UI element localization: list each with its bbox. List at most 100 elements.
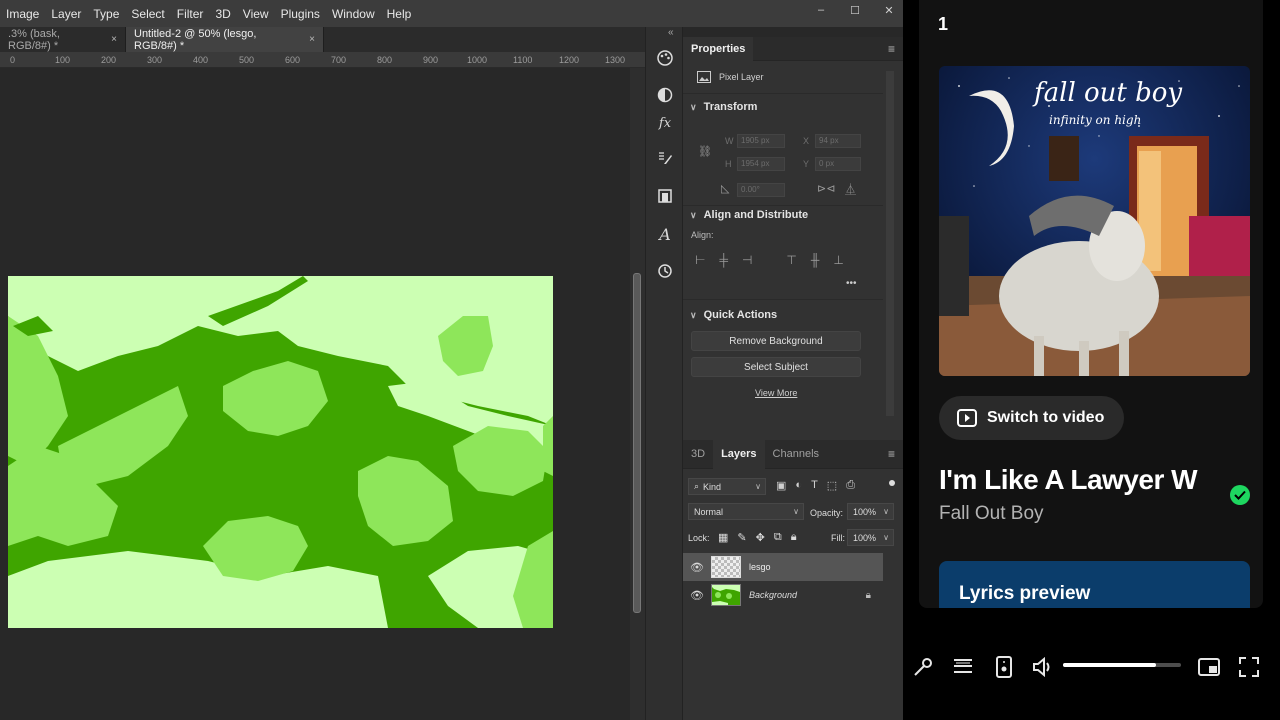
collapse-icon[interactable]: « [668,27,674,38]
album-cover[interactable]: fall out boy infinity on high [939,66,1250,376]
color-palette-icon[interactable] [652,45,678,71]
history-icon[interactable] [652,258,678,284]
flip-vertical-icon[interactable]: ⏅ [845,181,856,197]
libraries-icon[interactable] [652,183,678,209]
tab-channels[interactable]: Channels [765,440,827,469]
menu-plugins[interactable]: Plugins [275,7,326,21]
panel-menu-icon[interactable]: ≡ [888,447,903,461]
quick-actions-section[interactable]: ∨ Quick Actions [690,309,777,321]
smart-object-filter-icon[interactable]: ⎙ [846,479,855,492]
minimize-button[interactable]: – [804,0,838,20]
opacity-field[interactable]: 100% ∨ [847,503,894,520]
close-icon[interactable]: × [309,34,315,45]
y-field[interactable]: 0 px [815,157,861,171]
layer-row-background[interactable]: 👁︎ Background 🔒︎ [683,581,883,609]
eye-icon[interactable]: 👁︎ [683,561,711,574]
align-vcenter-icon[interactable]: ╫ [811,253,820,267]
lock-transparency-icon[interactable]: ▦ [718,531,728,544]
tab-untitled-2[interactable]: Untitled-2 @ 50% (lesgo, RGB/8#) * × [126,27,324,52]
fx-styles-icon[interactable]: fx [652,110,678,136]
menu-help[interactable]: Help [381,7,418,21]
maximize-button[interactable]: ☐ [838,0,872,20]
link-icon[interactable]: ⛓ [698,145,712,158]
angle-field[interactable]: 0.00° [737,183,785,197]
song-title[interactable]: I'm Like A Lawyer W [939,464,1214,496]
align-top-icon[interactable]: ⊤ [786,253,796,267]
kind-filter-dropdown[interactable]: ⌕ Kind ∨ [688,478,766,495]
panel-menu-icon[interactable]: ≡ [888,42,903,56]
tab-layers[interactable]: Layers [713,439,765,469]
connect-device-icon[interactable] [992,655,1016,679]
volume-icon[interactable] [1031,655,1055,679]
layer-name[interactable]: lesgo [749,562,771,572]
tab-properties[interactable]: Properties [683,36,754,61]
ruler-tick: 700 [331,55,347,65]
layer-name[interactable]: Background [749,590,797,600]
x-field[interactable]: 94 px [815,134,861,148]
chevron-down-icon: ∨ [883,507,889,516]
ruler-tick: 500 [239,55,255,65]
tab-3d[interactable]: 3D [683,440,713,469]
height-field[interactable]: 1954 px [737,157,785,171]
menu-3d[interactable]: 3D [209,7,236,21]
menu-layer[interactable]: Layer [45,7,87,21]
eye-icon[interactable]: 👁︎ [683,589,711,602]
adjustments-icon[interactable] [652,82,678,108]
align-right-icon[interactable]: ⊣ [742,253,752,267]
width-field[interactable]: 1905 px [737,134,785,148]
character-icon[interactable]: A [652,221,678,247]
queue-icon[interactable] [951,655,975,679]
switch-to-video-button[interactable]: Switch to video [939,396,1125,440]
volume-slider[interactable] [1063,663,1181,667]
type-filter-icon[interactable]: T [811,479,818,492]
canvas-workspace[interactable] [0,68,630,720]
lock-pixels-icon[interactable]: ✎ [737,531,746,544]
transform-section[interactable]: ∨ Transform [690,101,757,113]
lyrics-preview-card[interactable]: Lyrics preview [939,561,1250,608]
fullscreen-icon[interactable] [1237,655,1261,679]
pixel-filter-icon[interactable]: ▣ [776,479,786,492]
align-section[interactable]: ∨ Align and Distribute [690,209,808,221]
align-left-icon[interactable]: ⊢ [695,253,705,267]
close-window-button[interactable]: ✕ [872,0,906,20]
remove-background-button[interactable]: Remove Background [691,331,861,351]
document-canvas[interactable] [8,276,553,628]
align-hcenter-icon[interactable]: ╪ [719,253,728,267]
shape-filter-icon[interactable]: ⬚ [827,479,837,492]
filter-toggle[interactable] [889,480,895,486]
menu-window[interactable]: Window [326,7,381,21]
quick-actions-title: Quick Actions [703,309,778,321]
menu-select[interactable]: Select [125,7,170,21]
tab-bask[interactable]: .3% (bask, RGB/8#) * × [0,27,126,52]
fill-field[interactable]: 100% ∨ [847,529,894,546]
align-bottom-icon[interactable]: ⊥ [833,253,843,267]
view-more-link[interactable]: View More [755,388,797,398]
vertical-scrollbar[interactable] [630,68,645,720]
menu-filter[interactable]: Filter [171,7,210,21]
microphone-icon[interactable] [911,655,935,679]
saved-check-icon[interactable] [1230,485,1250,505]
select-subject-button[interactable]: Select Subject [691,357,861,377]
close-icon[interactable]: × [111,34,117,45]
menu-type[interactable]: Type [87,7,125,21]
layer-row-lesgo[interactable]: 👁︎ lesgo [683,553,883,581]
blend-mode-dropdown[interactable]: Normal ∨ [688,503,804,520]
flip-horizontal-icon[interactable]: ⊳⊲ [817,182,835,195]
ruler-tick: 100 [55,55,71,65]
lock-all-icon[interactable]: 🔒︎ [791,531,797,544]
layers-scrollbar[interactable] [886,553,894,718]
brush-settings-icon[interactable] [652,145,678,171]
ruler-tick: 900 [423,55,439,65]
miniplayer-icon[interactable] [1197,655,1221,679]
menu-view[interactable]: View [237,7,275,21]
scroll-thumb[interactable] [633,273,641,613]
panel-scrollbar[interactable] [886,71,894,416]
lock-artboard-icon[interactable]: ⧉ [774,531,782,544]
adjustment-filter-icon[interactable]: ◐ [795,479,802,492]
artist-name[interactable]: Fall Out Boy [939,503,1044,525]
lock-position-icon[interactable]: ✥ [756,531,765,544]
more-options-icon[interactable]: ••• [846,278,857,289]
menu-image[interactable]: Image [0,7,45,21]
x-label: X [803,136,810,146]
ruler-tick: 200 [101,55,117,65]
